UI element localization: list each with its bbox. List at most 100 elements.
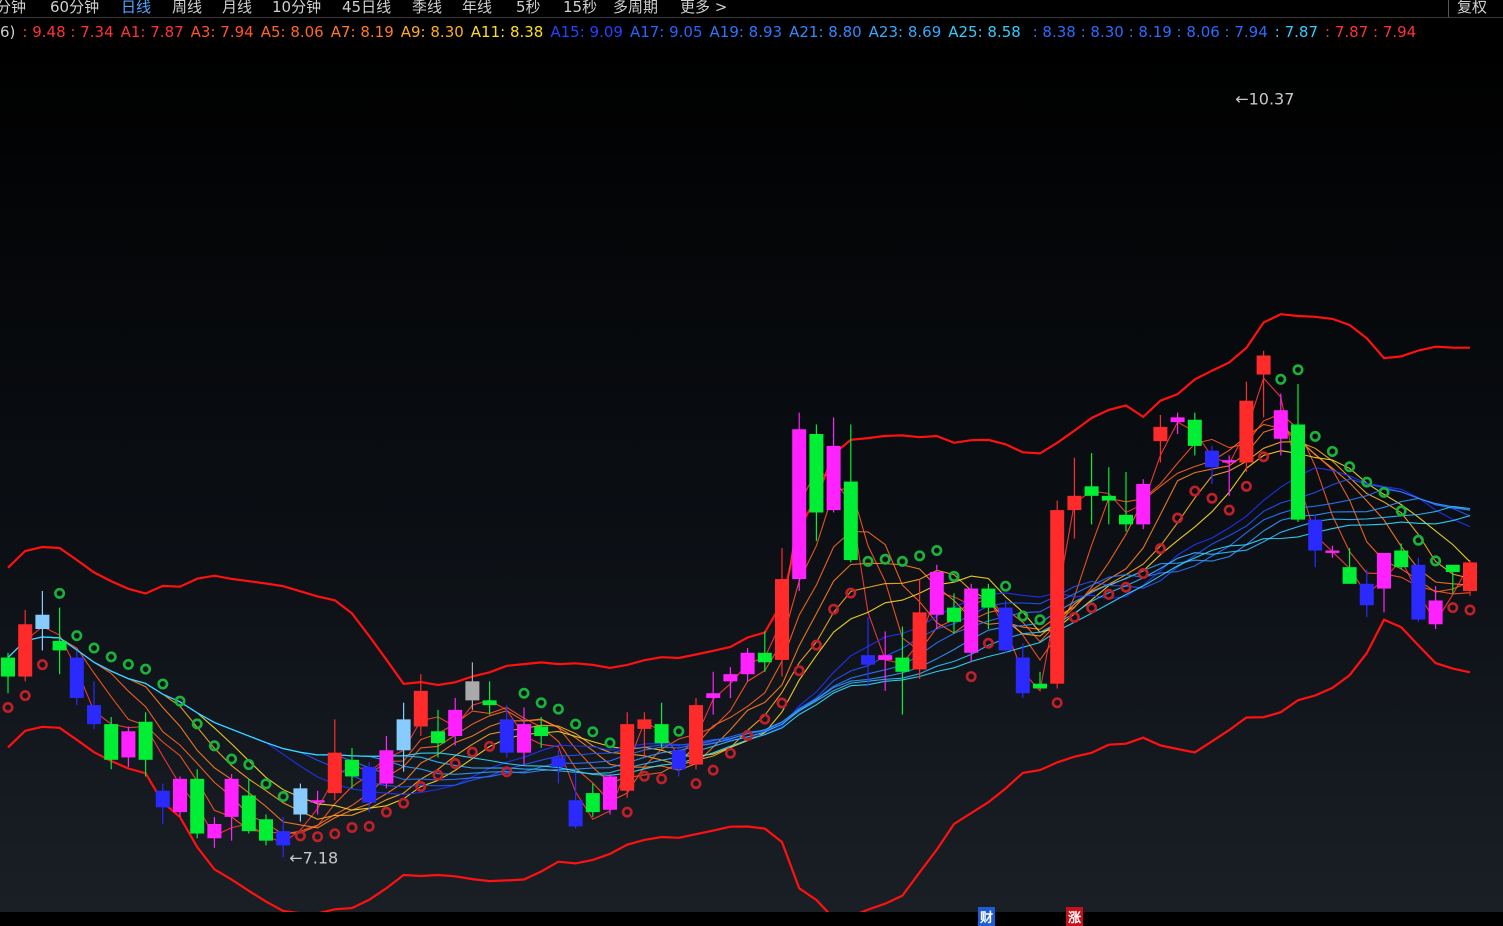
sar-dot <box>1051 697 1063 709</box>
bollinger-upper-band <box>7 313 1471 687</box>
candle-body <box>603 776 617 810</box>
candle-body <box>465 681 480 701</box>
candle-body <box>912 612 927 670</box>
candle-body <box>121 731 136 758</box>
period-tab-10[interactable]: 15秒 <box>563 0 597 17</box>
candle-body <box>104 724 119 760</box>
candle-body <box>1273 410 1288 439</box>
candle-body <box>637 719 652 729</box>
period-tab-6[interactable]: 45日线 <box>342 0 391 17</box>
sar-dot <box>294 830 306 842</box>
sar-dot <box>742 729 754 741</box>
candle-body <box>740 652 755 675</box>
ma-line-A9 <box>7 441 1471 820</box>
period-tab-9[interactable]: 5秒 <box>516 0 541 17</box>
period-tab-2[interactable]: 日线 <box>121 0 151 17</box>
candle-body <box>1084 486 1099 496</box>
candle-body <box>173 778 187 813</box>
candle-body <box>293 788 308 815</box>
candle-body <box>1136 483 1151 525</box>
candle-body <box>1256 355 1271 375</box>
sar-dot <box>1154 543 1166 555</box>
candle-body <box>345 759 359 777</box>
candle-body <box>362 766 377 803</box>
sar-dot <box>1137 568 1149 580</box>
candle-body <box>895 657 910 672</box>
period-tab-7[interactable]: 季线 <box>412 0 442 17</box>
fuquan-button[interactable]: 复权 <box>1447 0 1503 17</box>
candle-body <box>224 778 239 817</box>
candle-body <box>861 655 875 665</box>
sar-dot <box>914 550 926 562</box>
candle-body <box>207 824 222 839</box>
period-tab-11[interactable]: 多周期 <box>613 0 658 17</box>
candle-body <box>1101 495 1116 501</box>
sar-dot <box>2 701 14 713</box>
sar-dot <box>1172 512 1184 524</box>
sar-dot <box>1412 534 1424 546</box>
period-tab-1[interactable]: 60分钟 <box>50 0 99 17</box>
sar-dot <box>1120 581 1132 593</box>
finance-event-marker[interactable]: 财 <box>978 907 996 926</box>
candle-body <box>396 719 411 751</box>
candle-body <box>654 724 669 744</box>
candle-body <box>1119 514 1133 525</box>
period-tab-3[interactable]: 周线 <box>172 0 202 17</box>
sar-dot <box>1034 614 1046 626</box>
candle-body <box>1187 419 1202 446</box>
high-price-label: ←10.37 <box>1235 90 1294 109</box>
sar-dot <box>105 651 117 663</box>
indicator-value-1: : 9.48 : 7.34 <box>22 23 114 41</box>
candle-body <box>1033 683 1047 689</box>
candle-body <box>499 719 514 753</box>
period-tab-4[interactable]: 月线 <box>222 0 252 17</box>
candlestick-chart[interactable]: ←10.37 ←7.18 <box>0 44 1503 920</box>
sar-dot <box>690 778 702 790</box>
candle-body <box>1 657 15 677</box>
sar-dot <box>518 687 530 699</box>
period-tab-8[interactable]: 年线 <box>462 0 492 17</box>
sar-dot <box>724 747 736 759</box>
candle-body <box>1205 450 1219 468</box>
candle-body <box>482 700 497 706</box>
candle-body <box>1050 510 1065 684</box>
candle-body <box>52 640 67 651</box>
sar-dot <box>346 821 358 833</box>
candle-body <box>1170 417 1185 423</box>
indicator-value-16: : 7.87 : 7.94 <box>1325 23 1417 41</box>
sar-dot <box>1378 486 1390 498</box>
sar-dot <box>277 791 289 803</box>
indicator-value-4: A5: 8.06 <box>260 23 324 41</box>
candle-body <box>775 579 789 660</box>
candle-body <box>689 705 703 765</box>
indicator-values-line: 6): 9.48 : 7.34 A1: 7.87 A3: 7.94 A5: 8.06 A… <box>0 20 1503 44</box>
sar-dot <box>432 769 444 781</box>
sar-dot <box>140 663 152 675</box>
candle-body <box>1153 426 1168 442</box>
sar-dot <box>191 718 203 730</box>
sar-dot <box>776 697 788 709</box>
candle-body <box>878 655 893 660</box>
candle-body <box>620 724 635 791</box>
candle-body <box>981 588 996 608</box>
sar-dot <box>931 545 943 557</box>
period-tab-12[interactable]: 更多 > <box>680 0 727 17</box>
period-tab-0[interactable]: 分钟 <box>0 0 26 17</box>
candle-body <box>1428 600 1443 625</box>
sar-dot <box>260 778 272 790</box>
sar-dot <box>982 637 994 649</box>
candle-body <box>1377 552 1391 589</box>
sar-dot <box>329 828 341 840</box>
sar-dot <box>862 555 874 567</box>
ma-line-A21 <box>7 497 1471 775</box>
candle-body <box>792 429 807 580</box>
sar-dot <box>673 725 685 737</box>
limit-up-event-marker[interactable]: 涨 <box>1066 907 1084 926</box>
period-tab-5[interactable]: 10分钟 <box>272 0 321 17</box>
chart-svg: ←10.37 ←7.18 <box>1 90 1477 920</box>
candle-body <box>1222 460 1237 463</box>
candle-body <box>998 607 1013 651</box>
candle-body <box>929 571 944 615</box>
sar-dot <box>88 642 100 654</box>
sar-dot <box>535 697 547 709</box>
